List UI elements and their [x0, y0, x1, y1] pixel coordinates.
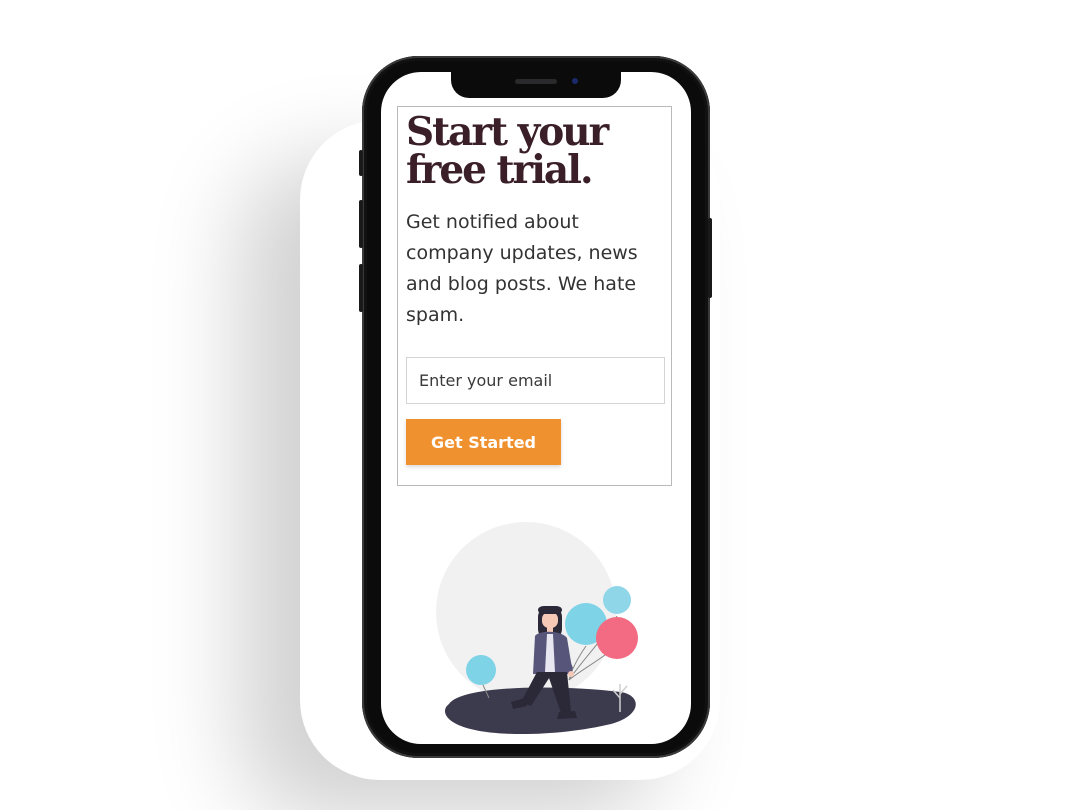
speaker-grille	[515, 79, 557, 84]
phone-screen: Start your free trial. Get notified abou…	[381, 72, 691, 744]
phone-notch	[451, 72, 621, 98]
ground-shadow	[445, 687, 636, 735]
get-started-button[interactable]: Get Started	[406, 419, 561, 465]
phone-volume-down-button	[359, 264, 363, 312]
front-camera-icon	[572, 78, 578, 84]
small-balloon-icon	[466, 655, 496, 685]
phone-silent-switch	[359, 150, 363, 176]
signup-card: Start your free trial. Get notified abou…	[397, 106, 672, 486]
balloon-blue-small-icon	[603, 586, 631, 614]
woman-with-balloons-illustration	[436, 522, 638, 735]
page-subtitle: Get notified about company updates, news…	[406, 211, 638, 326]
balloon-pink-icon	[596, 617, 638, 659]
mockup-stage: Start your free trial. Get notified abou…	[0, 0, 1080, 810]
email-field[interactable]	[406, 357, 665, 404]
phone-power-button	[708, 218, 712, 298]
page-title: Start your free trial.	[406, 109, 609, 193]
phone-volume-up-button	[359, 200, 363, 248]
